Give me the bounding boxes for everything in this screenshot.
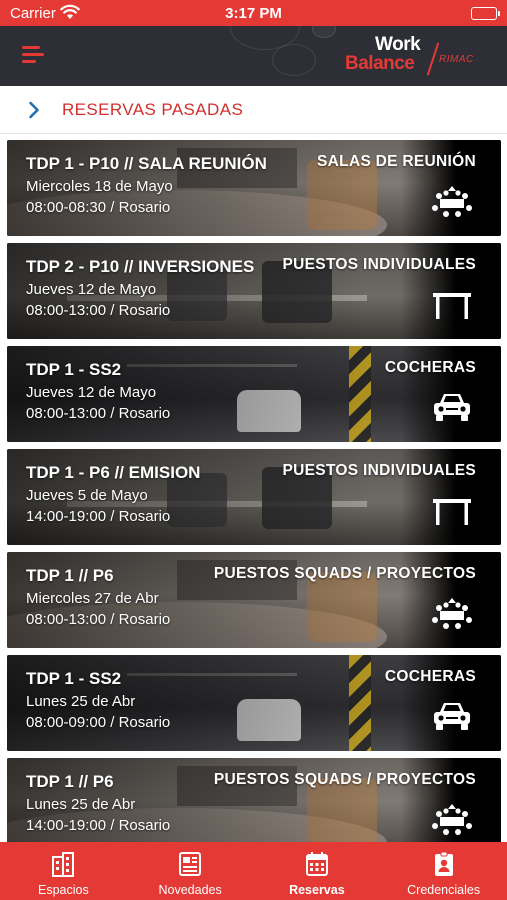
desk-icon [431, 493, 473, 527]
reservation-card[interactable]: TDP 1 // P6 Lunes 25 de Abr 14:00-19:00 / … [7, 758, 501, 842]
reservation-title: TDP 1 // P6 [26, 772, 114, 791]
status-time: 3:17 PM [225, 5, 282, 22]
reservation-time-location: 08:00-13:00 / Rosario [26, 302, 171, 319]
tab-label: Credenciales [407, 883, 481, 897]
reservations-list[interactable]: TDP 1 - P10 // SALA REUNIÓN Miercoles 18 … [0, 140, 507, 842]
status-bar: Carrier 3:17 PM [0, 0, 507, 26]
bottom-navigation: Espacios Novedades Reservas Credenciales [0, 842, 507, 900]
app-header: Work Balance RIMAC [0, 26, 507, 86]
reservation-category: COCHERAS [384, 668, 476, 685]
reservation-category: SALAS DE REUNIÓN [317, 153, 476, 170]
tab-novedades[interactable]: Novedades [127, 842, 254, 900]
reservation-date: Jueves 12 de Mayo [26, 384, 157, 401]
tab-reservas[interactable]: Reservas [254, 842, 381, 900]
tab-label: Espacios [38, 883, 89, 897]
chevron-right-icon [28, 101, 40, 124]
reservation-category: PUESTOS INDIVIDUALES [282, 256, 476, 273]
desk-icon [431, 287, 473, 321]
reservation-time-location: 08:00-08:30 / Rosario [26, 199, 171, 216]
building-icon [52, 852, 75, 877]
calendar-icon [305, 852, 328, 876]
reservation-category: PUESTOS SQUADS / PROYECTOS [213, 565, 476, 582]
reservation-category: PUESTOS SQUADS / PROYECTOS [213, 771, 476, 788]
reservation-title: TDP 1 - SS2 [26, 360, 122, 379]
reservation-time-location: 08:00-13:00 / Rosario [26, 405, 171, 422]
past-reservations-toggle[interactable]: RESERVAS PASADAS [0, 86, 507, 134]
reservation-title: TDP 1 - P6 // EMISION [26, 463, 201, 482]
meeting-room-icon [431, 184, 473, 218]
hamburger-menu-button[interactable] [22, 46, 44, 64]
tab-credenciales[interactable]: Credenciales [380, 842, 507, 900]
work-balance-logo: Work Balance RIMAC [345, 34, 474, 76]
reservation-card[interactable]: TDP 2 - P10 // INVERSIONES Jueves 12 de M… [7, 243, 501, 339]
reservation-card[interactable]: TDP 1 - P10 // SALA REUNIÓN Miercoles 18 … [7, 140, 501, 236]
reservation-date: Jueves 12 de Mayo [26, 281, 157, 298]
car-icon [431, 699, 473, 733]
reservation-card[interactable]: TDP 1 - P6 // EMISION Jueves 5 de Mayo 14:… [7, 449, 501, 545]
tab-espacios[interactable]: Espacios [0, 842, 127, 900]
tab-label: Reservas [289, 883, 345, 897]
reservation-date: Lunes 25 de Abr [26, 693, 136, 710]
reservation-card[interactable]: TDP 1 - SS2 Jueves 12 de Mayo 08:00-13:00 … [7, 346, 501, 442]
reservation-card[interactable]: TDP 1 // P6 Miercoles 27 de Abr 08:00-13:0… [7, 552, 501, 648]
reservation-title: TDP 1 - SS2 [26, 669, 122, 688]
reservation-time-location: 08:00-13:00 / Rosario [26, 611, 171, 628]
newspaper-icon [179, 852, 202, 876]
reservation-time-location: 14:00-19:00 / Rosario [26, 508, 171, 525]
tab-label: Novedades [158, 883, 222, 897]
reservation-category: PUESTOS INDIVIDUALES [282, 462, 476, 479]
car-icon [431, 390, 473, 424]
reservation-date: Jueves 5 de Mayo [26, 487, 148, 504]
badge-icon [434, 851, 453, 876]
reservation-card[interactable]: TDP 1 - SS2 Lunes 25 de Abr 08:00-09:00 / … [7, 655, 501, 751]
reservation-date: Miercoles 18 de Mayo [26, 178, 173, 195]
battery-icon [471, 7, 500, 20]
reservation-time-location: 14:00-19:00 / Rosario [26, 817, 171, 834]
reservation-title: TDP 1 - P10 // SALA REUNIÓN [26, 154, 267, 173]
reservation-title: TDP 1 // P6 [26, 566, 114, 585]
reservation-time-location: 08:00-09:00 / Rosario [26, 714, 171, 731]
reservation-title: TDP 2 - P10 // INVERSIONES [26, 257, 255, 276]
reservation-date: Lunes 25 de Abr [26, 796, 136, 813]
section-title: RESERVAS PASADAS [62, 100, 244, 119]
reservation-category: COCHERAS [384, 359, 476, 376]
meeting-room-icon [431, 596, 473, 630]
meeting-room-icon [431, 802, 473, 836]
reservation-date: Miercoles 27 de Abr [26, 590, 159, 607]
